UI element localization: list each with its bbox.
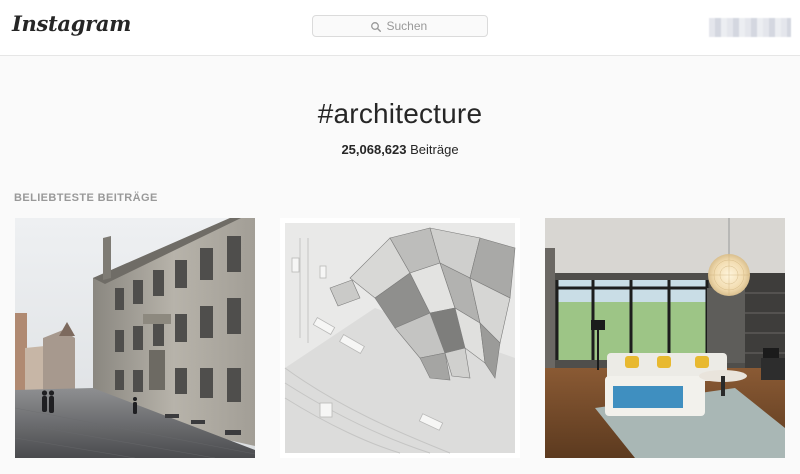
blurred-account-link[interactable]: [709, 18, 791, 37]
search-input[interactable]: [386, 19, 431, 33]
top-navigation-bar: Instagram: [0, 0, 800, 56]
instagram-logo[interactable]: Instagram: [12, 11, 131, 36]
top-posts-heading: BELIEBTESTE BEITRÄGE: [14, 192, 158, 204]
post-count-value: 25,068,623: [341, 142, 407, 157]
stone-building-photo: [15, 218, 255, 458]
search-icon: [370, 20, 382, 33]
post-thumbnail-stone-building[interactable]: [15, 218, 255, 458]
post-count-label: Beiträge: [410, 142, 459, 157]
post-thumbnail-modern-living-room[interactable]: [545, 218, 785, 458]
post-count: 25,068,623 Beiträge: [0, 142, 800, 157]
architecture-model-photo: [280, 218, 520, 458]
hashtag-title: #architecture: [317, 98, 483, 129]
post-thumbnail-architecture-model[interactable]: [280, 218, 520, 458]
living-room-photo: [545, 218, 785, 458]
search-box[interactable]: [312, 15, 488, 37]
